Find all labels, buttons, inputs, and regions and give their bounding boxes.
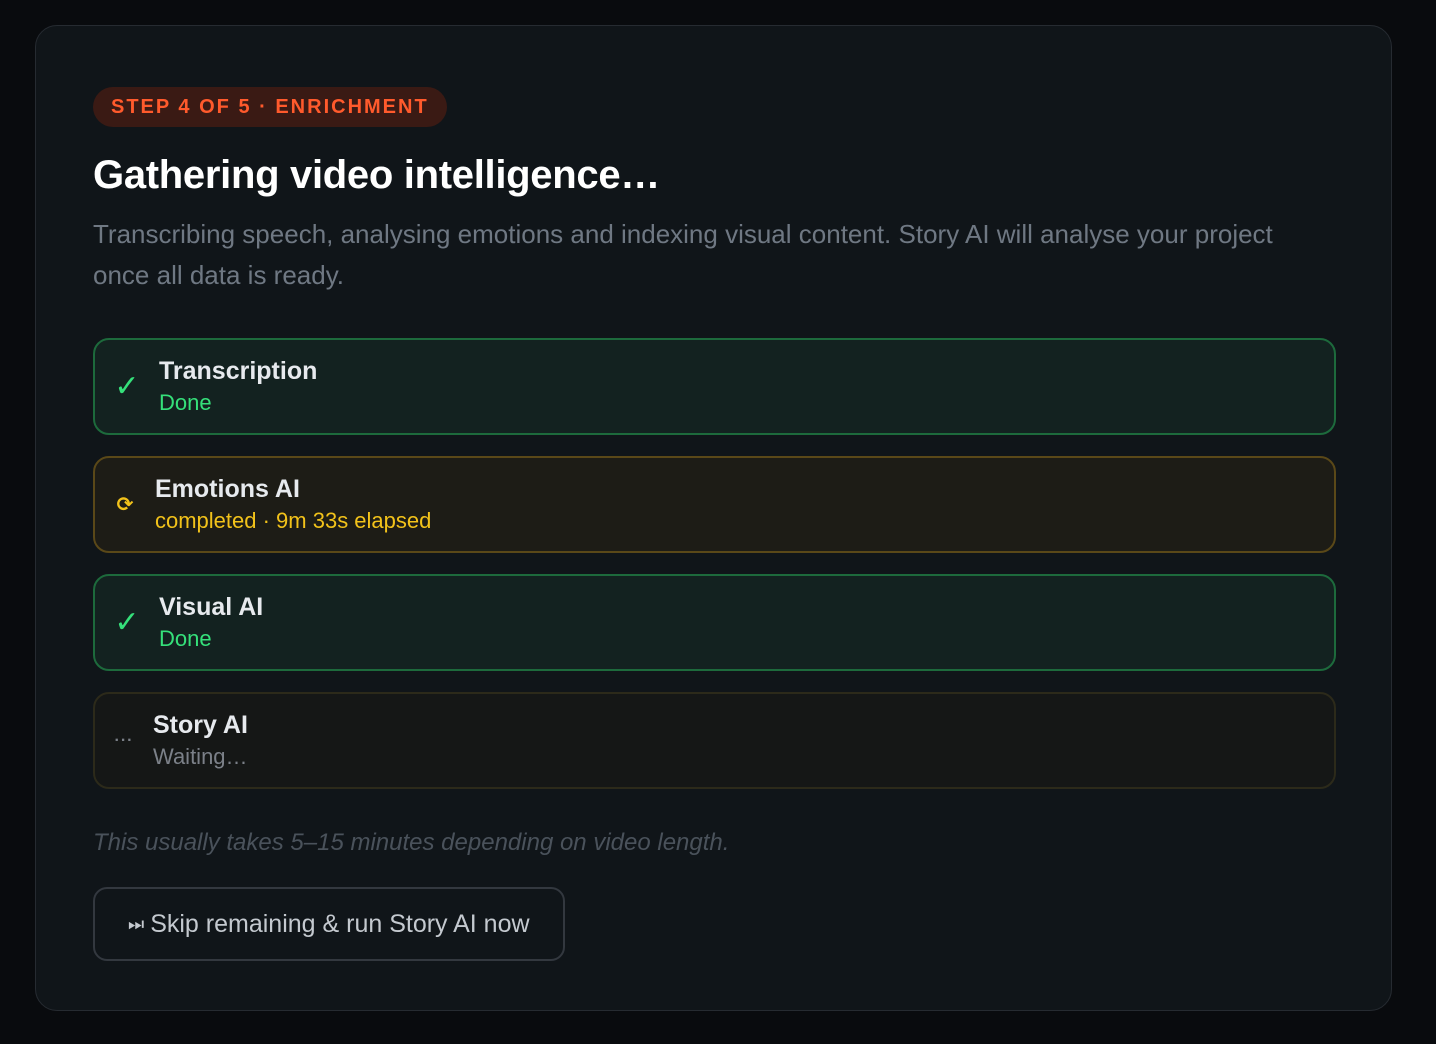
task-name: Story AI — [153, 710, 248, 739]
task-name: Transcription — [159, 356, 318, 385]
duration-note: This usually takes 5–15 minutes dependin… — [93, 829, 730, 856]
check-icon: ✓ — [114, 370, 140, 403]
page-description: Transcribing speech, analysing emotions … — [93, 219, 1273, 290]
check-icon: ✓ — [114, 606, 140, 639]
step-badge: STEP 4 OF 5 · ENRICHMENT — [93, 87, 447, 127]
task-visual-ai: ✓ Visual AI Done — [93, 574, 1336, 671]
task-status: Done — [159, 389, 212, 415]
page-title: Gathering video intelligence… — [93, 153, 660, 197]
card-content: STEP 4 OF 5 · ENRICHMENT Gathering video… — [93, 87, 1336, 961]
refresh-icon: ⟳ — [116, 494, 134, 516]
task-status: Waiting… — [153, 743, 248, 769]
task-status: completed · 9m 33s elapsed — [155, 507, 432, 533]
ellipsis-icon: ··· — [114, 731, 134, 749]
task-name: Emotions AI — [155, 474, 300, 503]
skip-forward-icon: ⏭ — [128, 913, 144, 934]
task-list: ✓ Transcription Done ⟳ Emotions AI compl… — [93, 338, 1336, 789]
task-emotions-ai: ⟳ Emotions AI completed · 9m 33s elapsed — [93, 456, 1336, 553]
task-status: Done — [159, 625, 212, 651]
task-transcription: ✓ Transcription Done — [93, 338, 1336, 435]
skip-remaining-button[interactable]: ⏭ Skip remaining & run Story AI now — [93, 887, 565, 961]
enrichment-card: STEP 4 OF 5 · ENRICHMENT Gathering video… — [35, 25, 1392, 1011]
task-name: Visual AI — [159, 592, 264, 621]
skip-button-label: Skip remaining & run Story AI now — [150, 909, 530, 938]
task-story-ai: ··· Story AI Waiting… — [93, 692, 1336, 789]
